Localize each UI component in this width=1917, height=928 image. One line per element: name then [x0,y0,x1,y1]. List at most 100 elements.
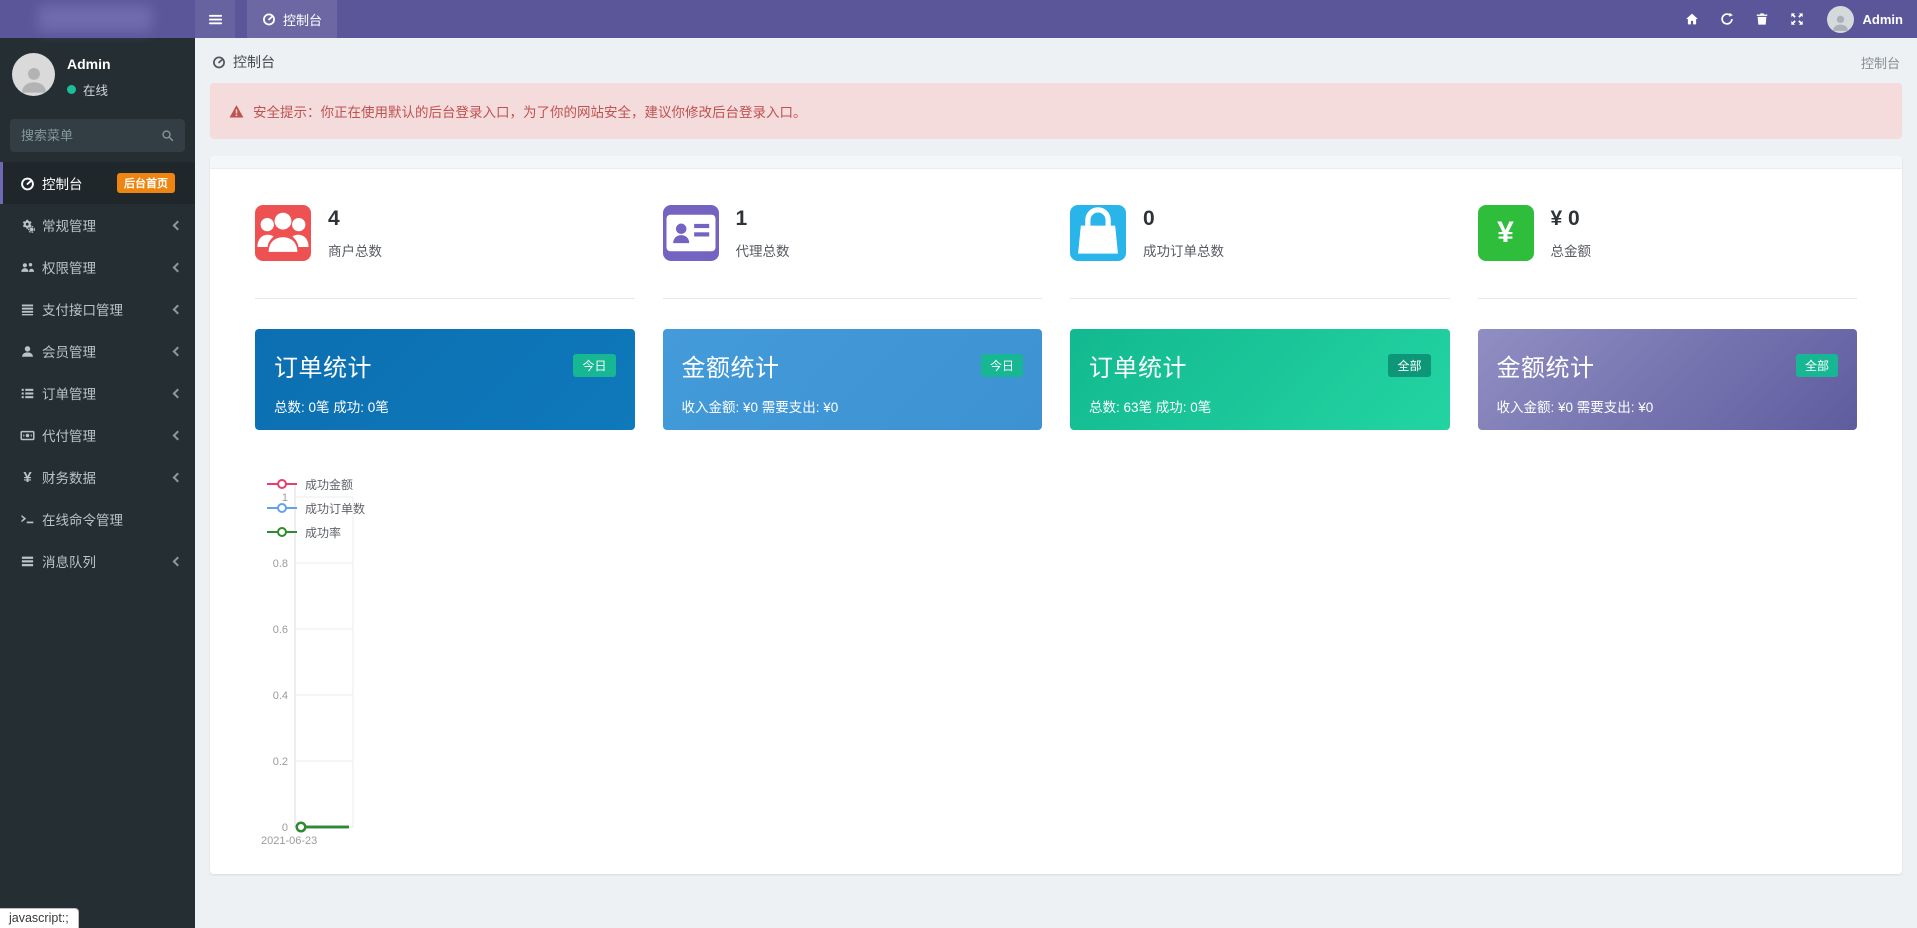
main-content: 控制台 控制台 安全提示：你正在使用默认的后台登录入口，为了你的网站安全，建议你… [195,38,1917,928]
legend-marker [267,478,297,490]
list-icon [20,386,35,401]
banners-row: 订单统计 今日 总数: 0笔 成功: 0笔 金额统计 今日 收入金额: ¥0 需… [255,329,1857,430]
sidebar-item-payment-api[interactable]: 支付接口管理 [0,288,195,330]
person-icon [1830,12,1851,33]
svg-text:0.6: 0.6 [273,624,288,636]
legend-item[interactable]: 成功金额 [267,472,365,496]
merchants-icon [255,205,311,261]
stat-label: 商户总数 [328,244,382,260]
sidebar-item-message-queue[interactable]: 消息队列 [0,540,195,582]
all-badge: 全部 [1795,354,1838,377]
sidebar-item-online-commands[interactable]: 在线命令管理 [0,498,195,540]
stat-merchants: 4 商户总数 [255,205,635,299]
today-badge: 今日 [980,354,1023,377]
bag-icon [1070,205,1126,261]
banner-amount-today: 金额统计 今日 收入金额: ¥0 需要支出: ¥0 [662,329,1042,430]
all-badge: 全部 [1388,354,1431,377]
tab-label: 控制台 [283,12,323,28]
success-rate-chart: 0 0.2 0.4 0.6 0.8 1 2021-06-23 成功金额 成功订单数 成功率 [255,470,1857,874]
tab-console[interactable]: 控制台 [247,0,338,38]
sidebar-menu: 控制台 后台首页 常规管理 权限管理 支付接口管理 会员管理 订单管理 代付管理… [0,162,195,582]
sidebar: Admin 在线 控制台 后台首页 常规管理 权限管理 支付接口管理 [0,38,195,928]
trash-icon [1755,12,1769,26]
stat-value: 4 [328,207,340,230]
chart-legend: 成功金额 成功订单数 成功率 [267,472,365,544]
gauge-icon [262,12,276,26]
navbar-username[interactable]: Admin [1863,12,1903,27]
today-badge: 今日 [573,354,616,377]
stats-row: 4 商户总数 1 代理总数 0 成功订单总数 ¥ ¥ 0 总金额 [255,205,1857,299]
clear-cache-button[interactable] [1745,0,1780,38]
chevron-left-icon [172,346,183,356]
stat-label: 总金额 [1550,244,1592,260]
legend-item[interactable]: 成功率 [267,520,365,544]
svg-text:0.2: 0.2 [273,756,288,768]
bars-icon [208,12,223,27]
home-page-badge: 后台首页 [117,173,175,193]
stat-value: 0 [1143,207,1155,230]
chevron-left-icon [172,388,183,398]
security-alert: 安全提示：你正在使用默认的后台登录入口，为了你的网站安全，建议你修改后台登录入口… [210,83,1902,139]
sidebar-item-general[interactable]: 常规管理 [0,204,195,246]
sidebar-user-panel: Admin 在线 [0,38,195,111]
users-icon [20,260,35,275]
sidebar-search [10,119,185,152]
expand-icon [1790,12,1804,26]
stat-value: ¥ 0 [1550,207,1580,230]
security-alert-text: 安全提示：你正在使用默认的后台登录入口，为了你的网站安全，建议你修改后台登录入口… [253,105,807,120]
sidebar-item-payouts[interactable]: 代付管理 [0,414,195,456]
legend-marker [267,502,297,514]
top-navbar: 控制台 Admin [0,0,1917,38]
chevron-left-icon [172,472,183,482]
sidebar-item-orders[interactable]: 订单管理 [0,372,195,414]
link-preview-statusbar: javascript:; [0,908,79,928]
money-icon [20,428,35,443]
sidebar-toggle-button[interactable] [195,0,235,38]
sidebar-item-finance[interactable]: ¥ 财务数据 [0,456,195,498]
sidebar-item-permissions[interactable]: 权限管理 [0,246,195,288]
refresh-icon [1720,12,1734,26]
home-button[interactable] [1675,0,1710,38]
gauge-icon [212,55,226,69]
chevron-left-icon [172,556,183,566]
sidebar-item-members[interactable]: 会员管理 [0,330,195,372]
rows-icon [20,302,35,317]
breadcrumb: 控制台 控制台 [210,38,1902,83]
warning-icon [229,104,244,119]
stat-agents: 1 代理总数 [662,205,1042,299]
search-icon[interactable] [161,129,174,142]
stat-total-amount: ¥ ¥ 0 总金额 [1477,205,1857,299]
search-input[interactable] [21,128,161,143]
chevron-left-icon [172,304,183,314]
stat-label: 代理总数 [735,244,790,260]
sidebar-item-console[interactable]: 控制台 后台首页 [0,162,195,204]
svg-text:0.8: 0.8 [273,558,288,570]
legend-item[interactable]: 成功订单数 [267,496,365,520]
chevron-left-icon [172,262,183,272]
breadcrumb-current: 控制台 [1860,55,1900,71]
online-status[interactable]: 在线 [67,80,111,99]
home-icon [1685,12,1699,26]
svg-text:0.4: 0.4 [273,690,288,702]
fullscreen-button[interactable] [1780,0,1815,38]
yen-icon: ¥ [23,468,32,486]
banner-orders-all: 订单统计 全部 总数: 63笔 成功: 0笔 [1070,329,1450,430]
agent-card-icon [662,205,719,261]
app-logo[interactable] [0,0,195,38]
stat-success-orders: 0 成功订单总数 [1070,205,1450,299]
banner-amount-all: 金额统计 全部 收入金额: ¥0 需要支出: ¥0 [1477,329,1857,430]
legend-marker [267,526,297,538]
chevron-left-icon [172,220,183,230]
person-icon [17,62,51,96]
avatar[interactable] [1826,5,1854,33]
banner-orders-today: 订单统计 今日 总数: 0笔 成功: 0笔 [255,329,635,430]
queue-icon [20,554,35,569]
dashboard-card: 4 商户总数 1 代理总数 0 成功订单总数 ¥ ¥ 0 总金额 订单统计 今日… [210,156,1902,874]
stat-label: 成功订单总数 [1143,244,1224,260]
breadcrumb-console-link[interactable]: 控制台 [212,52,275,72]
gauge-icon [20,176,35,191]
refresh-button[interactable] [1710,0,1745,38]
sidebar-username: Admin [67,56,111,72]
avatar[interactable] [12,53,55,96]
online-dot-icon [67,85,76,94]
